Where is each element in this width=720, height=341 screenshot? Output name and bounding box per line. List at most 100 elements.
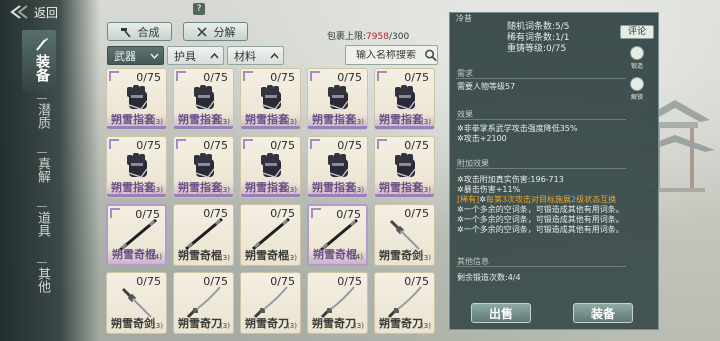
staff-icon <box>252 217 290 251</box>
sidebar-item-props[interactable]: 道具 <box>28 206 56 237</box>
filter-material-label: 材料 <box>234 49 256 63</box>
item-name: 朔雪奇刀 <box>379 317 423 330</box>
filter-weapon-label: 武器 <box>114 49 136 63</box>
inventory-item[interactable]: 0/75 朔雪指套 (3) <box>106 68 167 130</box>
forge-label: 锻造 <box>630 63 643 70</box>
item-name: 朔雪奇棍 <box>112 248 156 261</box>
item-name: 朔雪奇刀 <box>178 317 222 330</box>
rare-text: 级状态互换 <box>576 195 617 204</box>
item-level: (3) <box>220 322 230 330</box>
item-name: 朔雪奇棍 <box>178 249 222 262</box>
synthesize-button[interactable]: 合成 <box>107 22 172 41</box>
rarity-corner <box>243 139 253 149</box>
inventory-item[interactable]: 0/75 朔雪指套 (3) <box>240 68 301 130</box>
item-name: 朔雪指套 <box>379 181 423 194</box>
item-name: 朔雪指套 <box>111 181 155 194</box>
inventory-item[interactable]: 0/75 朔雪指套 (3) <box>374 136 435 198</box>
sidebar-item-potential[interactable]: 潜质 <box>28 98 56 129</box>
rarity-corner <box>377 139 387 149</box>
bag-capacity: 包裹上限:7958/300 <box>327 29 409 42</box>
decompose-label: 分解 <box>213 25 236 39</box>
hammer-icon <box>120 27 131 38</box>
inventory-item[interactable]: 0/75 朔雪指套 (3) <box>173 136 234 198</box>
inventory-item[interactable]: 0/75 朔雪奇棍 (4) <box>106 204 167 266</box>
staff-icon <box>185 217 223 251</box>
sword-icon <box>121 287 153 319</box>
chevron-down-icon <box>150 53 159 59</box>
inventory-item[interactable]: 0/75 朔雪指套 (3) <box>374 68 435 130</box>
inventory-item[interactable]: 0/75 朔雪奇刀 (3) <box>374 272 435 334</box>
rarity-corner <box>310 139 320 149</box>
inventory-item[interactable]: 0/75 朔雪奇剑 (3) <box>106 272 167 334</box>
rarity-corner <box>176 71 186 81</box>
blade-icon <box>320 286 356 319</box>
inventory-item[interactable]: 0/75 朔雪指套 (3) <box>173 68 234 130</box>
empty-affix-line: ✲一个多余的空词条，可锻造成其他有用词条。 <box>457 225 624 234</box>
filter-material[interactable]: 材料 <box>227 46 284 65</box>
unlock-button[interactable]: 解锁 <box>627 77 647 101</box>
item-level: (3) <box>354 322 364 330</box>
item-level: (3) <box>153 186 163 194</box>
divider <box>456 266 626 267</box>
back-label: 返回 <box>34 5 59 20</box>
forge-icon <box>630 46 644 60</box>
rarity-corner <box>377 71 387 81</box>
inventory-item[interactable]: 0/75 朔雪奇刀 (3) <box>173 272 234 334</box>
detail-top-label: 冷昔 <box>456 14 472 23</box>
inventory-item[interactable]: 0/75 朔雪奇棍 (4) <box>307 204 368 266</box>
sell-button[interactable]: 出售 <box>471 303 531 323</box>
glove-icon <box>261 85 282 110</box>
capacity-label: 包裹上限: <box>327 32 367 42</box>
sidebar-item-equipment[interactable]: 装备 <box>28 36 56 82</box>
glove-icon <box>194 153 215 178</box>
item-name: 朔雪指套 <box>312 181 356 194</box>
rarity-corner <box>109 139 119 149</box>
requirement-text: 需要人物等级57 <box>457 82 516 91</box>
inventory-item[interactable]: 0/75 朔雪奇刀 (3) <box>307 272 368 334</box>
equip-button[interactable]: 装备 <box>573 303 633 323</box>
item-level: (3) <box>421 322 431 330</box>
comment-button[interactable]: 评论 <box>620 25 654 39</box>
inventory-item[interactable]: 0/75 朔雪指套 (3) <box>106 136 167 198</box>
inventory-item[interactable]: 0/75 朔雪奇棍 (3) <box>173 204 234 266</box>
glove-icon <box>127 153 148 178</box>
forge-button[interactable]: 锻造 <box>627 46 647 70</box>
stat-line: 重铸等级:0/75 <box>507 44 567 54</box>
rarity-corner <box>243 71 253 81</box>
back-button[interactable]: 返回 <box>6 3 58 21</box>
item-name: 朔雪指套 <box>379 113 423 126</box>
glove-icon <box>328 85 349 110</box>
item-grid: 0/75 朔雪指套 (3) 0/75 朔雪指套 (3) 0/75 朔雪指套 (3) 0/75 朔雪指… <box>106 68 442 340</box>
capacity-current: 7958 <box>366 32 389 42</box>
inventory-item[interactable]: 0/75 朔雪指套 (3) <box>307 68 368 130</box>
empty-affix-text: 一个多余的空词条，可锻造成其他有用词条。 <box>463 215 624 224</box>
glove-icon <box>261 153 282 178</box>
inventory-item[interactable]: 0/75 朔雪奇棍 (3) <box>240 204 301 266</box>
inventory-item[interactable]: 0/75 朔雪指套 (3) <box>307 136 368 198</box>
inventory-item[interactable]: 0/75 朔雪指套 (3) <box>240 136 301 198</box>
item-level: (3) <box>421 254 431 262</box>
filter-weapon[interactable]: 武器 <box>107 46 164 65</box>
extra-effect-line: ✲暴击伤害+11% <box>457 185 521 194</box>
extra-effect-text: 暴击伤害+11% <box>463 185 521 194</box>
item-level: (3) <box>220 186 230 194</box>
nav-divider <box>37 98 47 99</box>
item-name: 朔雪指套 <box>178 181 222 194</box>
filter-armor[interactable]: 护具 <box>167 46 224 65</box>
decompose-button[interactable]: 分解 <box>183 22 248 41</box>
split-icon <box>196 26 207 37</box>
stat-line: 稀有词条数:1/1 <box>507 33 570 43</box>
item-level: (3) <box>354 186 364 194</box>
search-icon[interactable] <box>424 48 437 62</box>
inventory-item[interactable]: 0/75 朔雪奇剑 (3) <box>374 204 435 266</box>
item-level: (4) <box>152 253 162 261</box>
item-name: 朔雪奇剑 <box>111 317 155 330</box>
inventory-item[interactable]: 0/75 朔雪奇刀 (3) <box>240 272 301 334</box>
sidebar-item-other[interactable]: 其他 <box>28 262 56 293</box>
help-badge[interactable]: ? <box>193 3 205 15</box>
effect-line-text: 非拳掌系武学攻击强度降低35% <box>463 124 578 133</box>
empty-affix-text: 一个多余的空词条，可锻造成其他有用词条。 <box>463 225 624 234</box>
search-input[interactable] <box>356 49 420 61</box>
category-sidebar: 返回 装备 潜质 真解 道具 其他 <box>0 0 100 341</box>
sidebar-item-true-solution[interactable]: 真解 <box>28 152 56 183</box>
